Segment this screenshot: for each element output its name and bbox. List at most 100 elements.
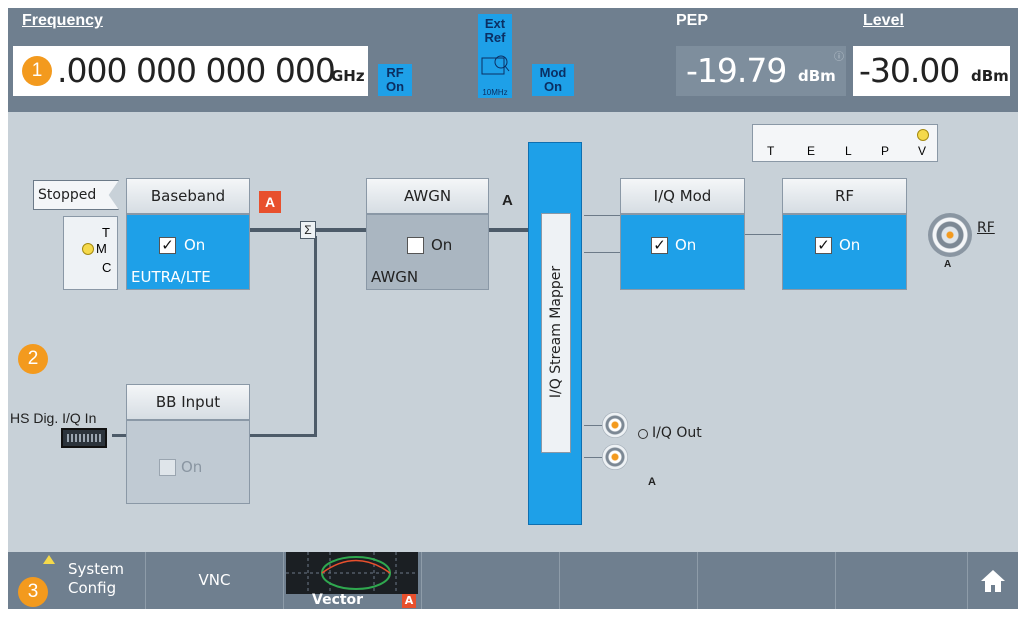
baseband-standard-label: EUTRA/LTE	[131, 268, 211, 286]
pep-unit: dBm	[798, 67, 836, 85]
vector-label: Vector	[312, 592, 364, 608]
path-a-tag: A	[259, 191, 281, 213]
mapper-to-iqmod-arrow-2	[584, 252, 620, 253]
home-icon	[981, 570, 1005, 592]
iq-out-connector-i-icon[interactable]	[602, 412, 628, 438]
pep-value: -19.79	[686, 51, 787, 90]
tmc-indicator[interactable]: T M C	[63, 216, 118, 290]
v-led-icon	[917, 129, 929, 141]
rf-output-connector-icon[interactable]	[928, 213, 972, 257]
frequency-field[interactable]: .000 000 000 000 GHz	[13, 46, 368, 96]
marker-led-icon	[82, 243, 94, 255]
status-header: Frequency .000 000 000 000 GHz RF On Ext…	[8, 8, 1018, 112]
rf-chip-line2: On	[385, 79, 405, 94]
rf-output-path-tag: A	[944, 259, 952, 270]
taskbar-slot-4[interactable]	[422, 552, 560, 609]
telpv-e: E	[807, 144, 816, 158]
iq-out-led-icon	[638, 429, 648, 439]
rf-on-indicator[interactable]: RF On	[378, 64, 412, 96]
vector-view-button[interactable]: Vector A	[284, 552, 422, 609]
iq-mod-title[interactable]: I/Q Mod	[620, 178, 745, 214]
taskbar: System Config VNC Vector A	[8, 552, 1018, 609]
vector-thumbnail	[286, 552, 418, 594]
rf-block-body[interactable]: ✓ On	[782, 214, 907, 290]
bb-input-on-label: On	[181, 458, 203, 476]
baseband-body[interactable]: ✓ On EUTRA/LTE	[126, 214, 250, 290]
frequency-label[interactable]: Frequency	[22, 12, 103, 30]
taskbar-slot-6[interactable]	[698, 552, 836, 609]
baseband-on-label: On	[184, 236, 206, 254]
sum-icon: Σ	[300, 221, 316, 239]
tmc-t: T	[102, 225, 110, 240]
iqmod-to-rf-arrow	[745, 234, 781, 235]
hs-dig-connector-icon[interactable]	[61, 428, 107, 448]
level-value: -30.00	[859, 51, 960, 90]
iq-out-connector-q-icon[interactable]	[602, 444, 628, 470]
hsdig-to-bbinput-line	[112, 434, 126, 437]
vector-path-tag: A	[402, 594, 416, 608]
bb-input-block[interactable]: BB Input On	[126, 384, 250, 504]
system-config-line1: System	[68, 560, 124, 578]
baseband-checkbox[interactable]: ✓	[159, 237, 176, 254]
ext-ref-line1: Ext	[484, 16, 506, 31]
info-icon: ⓘ	[834, 52, 844, 63]
vector-diagram-icon	[286, 552, 418, 594]
bb-input-body[interactable]: On	[126, 420, 250, 504]
pep-display: -19.79 dBm ⓘ	[676, 46, 846, 96]
frequency-value: .000 000 000 000	[57, 51, 336, 90]
rf-block[interactable]: RF ✓ On	[782, 178, 907, 290]
bb-input-title[interactable]: BB Input	[126, 384, 250, 420]
awgn-checkbox[interactable]	[407, 237, 424, 254]
telpv-indicator[interactable]: T E L P V	[752, 124, 938, 162]
vnc-button[interactable]: VNC	[146, 552, 284, 609]
tmc-m: M	[96, 241, 107, 256]
mod-chip-line1: Mod	[539, 65, 567, 80]
iq-stream-mapper[interactable]: I/Q Stream Mapper	[528, 142, 582, 525]
baseband-block[interactable]: Baseband ✓ On EUTRA/LTE	[126, 178, 250, 290]
taskbar-slot-7[interactable]	[836, 552, 968, 609]
iq-mod-checkbox[interactable]: ✓	[651, 237, 668, 254]
telpv-t: T	[767, 144, 775, 158]
main-window: Frequency .000 000 000 000 GHz RF On Ext…	[8, 8, 1018, 609]
awgn-body[interactable]: On AWGN	[366, 214, 489, 290]
rf-output-label[interactable]: RF	[977, 220, 995, 236]
taskbar-slot-5[interactable]	[560, 552, 698, 609]
level-field[interactable]: -30.00 dBm	[853, 46, 1010, 96]
mod-on-indicator[interactable]: Mod On	[532, 64, 574, 96]
trigger-status-tag[interactable]: Stopped	[33, 180, 119, 210]
telpv-p: P	[881, 144, 890, 158]
rf-on-label: On	[839, 236, 861, 254]
sum-to-awgn-line	[314, 228, 366, 232]
awgn-block[interactable]: AWGN On AWGN	[366, 178, 489, 290]
vnc-label: VNC	[198, 571, 231, 589]
rf-chip-line1: RF	[386, 65, 404, 80]
mapper-to-iqout-line-2	[584, 457, 602, 458]
awgn-on-label: On	[431, 236, 453, 254]
awgn-to-mapper-line	[489, 228, 528, 232]
home-button[interactable]	[968, 552, 1018, 609]
iq-stream-mapper-label: I/Q Stream Mapper	[548, 265, 564, 399]
rf-block-title[interactable]: RF	[782, 178, 907, 214]
hs-dig-pins	[67, 434, 101, 442]
iq-stream-mapper-label-box: I/Q Stream Mapper	[541, 213, 571, 453]
telpv-v: V	[918, 144, 927, 158]
ext-ref-line2: Ref	[484, 30, 506, 45]
pep-label: PEP	[676, 12, 709, 29]
baseband-title[interactable]: Baseband	[126, 178, 250, 214]
ext-ref-sub: 10MHz	[482, 88, 508, 97]
mod-chip-line2: On	[543, 79, 563, 94]
awgn-title[interactable]: AWGN	[366, 178, 489, 214]
level-label[interactable]: Level	[863, 12, 904, 30]
stopped-label: Stopped	[38, 187, 97, 203]
callout-badge-3: 3	[18, 577, 48, 607]
awgn-sub-label: AWGN	[371, 268, 419, 286]
ext-ref-indicator[interactable]: Ext Ref 10MHz	[478, 14, 512, 98]
iq-mod-block[interactable]: I/Q Mod ✓ On	[620, 178, 745, 290]
bb-input-checkbox[interactable]	[159, 459, 176, 476]
callout-badge-2: 2	[18, 344, 48, 374]
iq-mod-on-label: On	[675, 236, 697, 254]
iq-out-label: I/Q Out	[652, 425, 702, 441]
rf-checkbox[interactable]: ✓	[815, 237, 832, 254]
iq-mod-body[interactable]: ✓ On	[620, 214, 745, 290]
block-diagram: Stopped T M C Baseband ✓ On EUTRA/LTE A …	[8, 112, 1018, 552]
